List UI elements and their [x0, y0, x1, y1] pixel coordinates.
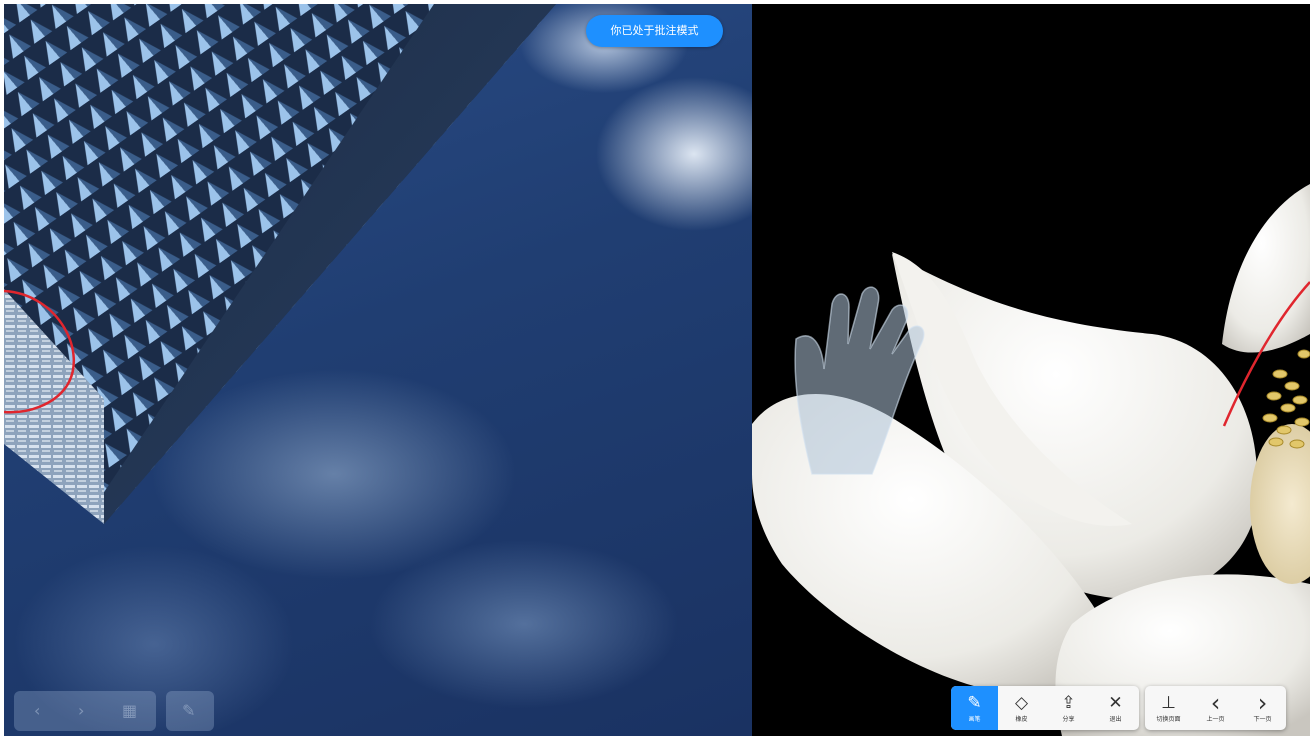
left-slide[interactable]: ‹ › ▦ ✎ [4, 4, 752, 736]
ghost-prev-icon: ‹ [34, 701, 41, 720]
presentation-icon: ⊥ [1161, 692, 1176, 713]
annotation-mode-banner[interactable]: 你已处于批注模式 [586, 15, 723, 47]
pen-tool-button[interactable]: ✎ 画笔 [951, 686, 998, 730]
switch-page-button[interactable]: ⊥ 切换页面 [1145, 686, 1192, 730]
share-label: 分享 [1062, 715, 1075, 723]
close-icon: ✕ [1108, 692, 1123, 713]
eraser-tool-button[interactable]: ◇ 橡皮 [998, 686, 1045, 730]
switch-page-label: 切换页面 [1156, 715, 1181, 723]
eraser-tool-label: 橡皮 [1015, 715, 1028, 723]
pen-tool-label: 画笔 [968, 715, 981, 723]
exit-button[interactable]: ✕ 退出 [1092, 686, 1139, 730]
presentation-stage: ‹ › ▦ ✎ 你已处于批注模式 ✎ 画笔 ◇ 橡皮 ⇪ 分享 ✕ 退出 ⊥ 切… [0, 0, 1314, 740]
magnolia-photo [752, 184, 1310, 736]
ghost-grid-icon: ▦ [122, 701, 138, 720]
tool-group: ✎ 画笔 ◇ 橡皮 ⇪ 分享 ✕ 退出 [951, 686, 1139, 730]
pen-icon: ✎ [967, 692, 982, 713]
prev-page-button[interactable]: ‹ 上一页 [1192, 686, 1239, 730]
annotation-toolbar: ✎ 画笔 ◇ 橡皮 ⇪ 分享 ✕ 退出 ⊥ 切换页面 ‹ 上一页 › 下一页 [951, 686, 1286, 730]
exit-label: 退出 [1109, 715, 1122, 723]
chevron-right-icon: › [1257, 688, 1268, 717]
eraser-icon: ◇ [1014, 692, 1029, 713]
share-button[interactable]: ⇪ 分享 [1045, 686, 1092, 730]
prev-page-label: 上一页 [1206, 715, 1225, 723]
ghost-pen-icon: ✎ [182, 701, 196, 720]
next-page-button[interactable]: › 下一页 [1239, 686, 1286, 730]
right-slide[interactable] [752, 4, 1310, 736]
ghost-next-icon: › [78, 701, 85, 720]
building-photo [4, 4, 556, 524]
next-page-label: 下一页 [1253, 715, 1272, 723]
page-nav-group: ⊥ 切换页面 ‹ 上一页 › 下一页 [1145, 686, 1286, 730]
chevron-left-icon: ‹ [1210, 688, 1221, 717]
share-icon: ⇪ [1061, 692, 1076, 713]
